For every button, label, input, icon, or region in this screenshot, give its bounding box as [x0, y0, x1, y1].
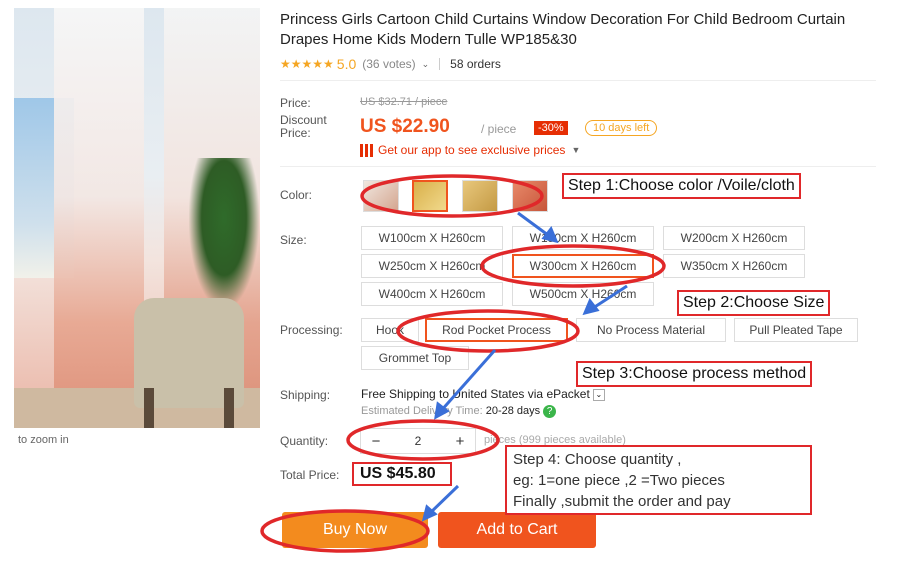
- step1-annotation: Step 1:Choose color /Voile/cloth: [562, 173, 801, 199]
- processing-option-selected[interactable]: Rod Pocket Process: [425, 318, 568, 342]
- step4-line: Step 4: Choose quantity ,: [513, 451, 682, 468]
- chair-leg: [224, 388, 234, 428]
- star-rating-icon: ★★★★★: [280, 57, 334, 71]
- processing-option[interactable]: Grommet Top: [361, 346, 469, 370]
- step3-annotation: Step 3:Choose process method: [576, 361, 813, 387]
- zoom-hint: to zoom in: [18, 434, 69, 446]
- step4-annotation: Step 4: Choose quantity , eg: 1=one piec…: [505, 445, 812, 515]
- product-image[interactable]: [14, 8, 260, 428]
- size-option[interactable]: W500cm X H260cm: [512, 282, 654, 306]
- eta-value: 20-28 days: [485, 405, 541, 417]
- quantity-label: Quantity:: [280, 434, 329, 448]
- product-title: Princess Girls Cartoon Child Curtains Wi…: [280, 11, 846, 48]
- app-promo-link[interactable]: Get our app to see exclusive prices ▼: [360, 143, 580, 157]
- processing-option[interactable]: No Process Material: [576, 318, 726, 342]
- chevron-down-icon[interactable]: ⌄: [592, 388, 605, 401]
- discount-badge: -30%: [534, 121, 568, 135]
- shipping-method[interactable]: Free Shipping to United States via ePack…: [361, 387, 605, 401]
- price-label: Price:: [280, 96, 311, 110]
- processing-label: Processing:: [280, 323, 343, 337]
- size-option[interactable]: W100cm X H260cm: [361, 226, 503, 250]
- eta-label: Estimated Delivery Time:: [361, 405, 483, 417]
- divider: [280, 166, 876, 167]
- color-swatch[interactable]: [363, 180, 399, 212]
- discount-price: US $22.90: [360, 116, 450, 137]
- processing-option[interactable]: Hook: [361, 318, 419, 342]
- help-icon[interactable]: ?: [543, 405, 557, 418]
- divider: [280, 80, 876, 81]
- divider: [439, 58, 441, 70]
- chevron-down-icon[interactable]: ⌄: [422, 59, 430, 70]
- quantity-increase-button[interactable]: +: [445, 433, 475, 450]
- price-unit: / piece: [481, 122, 517, 136]
- quantity-stepper: − 2 +: [360, 428, 476, 454]
- total-price-label: Total Price:: [280, 468, 340, 482]
- original-price: US $32.71 / piece: [360, 96, 448, 108]
- orders-count: 58 orders: [450, 57, 501, 71]
- shipping-text: Free Shipping to United States via ePack…: [361, 387, 590, 401]
- size-option[interactable]: W200cm X H260cm: [663, 226, 805, 250]
- votes-link[interactable]: (36 votes): [362, 57, 415, 71]
- color-label: Color:: [280, 188, 313, 202]
- color-swatch-selected[interactable]: [412, 180, 448, 212]
- color-swatch[interactable]: [462, 180, 498, 212]
- plant-image-detail: [189, 158, 259, 308]
- processing-option[interactable]: Pull Pleated Tape: [734, 318, 858, 342]
- curtain-image-detail: [54, 8, 144, 428]
- size-option[interactable]: W350cm X H260cm: [663, 254, 805, 278]
- add-to-cart-button[interactable]: Add to Cart: [438, 512, 596, 548]
- step4-line: eg: 1=one piece ,2 =Two pieces: [513, 472, 725, 489]
- delivery-estimate: Estimated Delivery Time: 20-28 days?: [361, 405, 557, 418]
- app-promo-text: Get our app to see exclusive prices: [378, 143, 566, 157]
- size-option[interactable]: W400cm X H260cm: [361, 282, 503, 306]
- rating-value: 5.0: [336, 56, 357, 72]
- size-option[interactable]: W150cm X H260cm: [512, 226, 654, 250]
- days-left-badge: 10 days left: [585, 120, 658, 136]
- shipping-label: Shipping:: [280, 388, 331, 402]
- product-details: Princess Girls Cartoon Child Curtains Wi…: [280, 10, 880, 72]
- buy-now-button[interactable]: Buy Now: [282, 512, 428, 548]
- chair-leg: [144, 388, 154, 428]
- total-price-highlight: [352, 462, 452, 486]
- step2-annotation: Step 2:Choose Size: [677, 290, 831, 316]
- qr-code-icon: [360, 143, 373, 157]
- color-swatch[interactable]: [512, 180, 548, 212]
- chevron-down-icon[interactable]: ▼: [571, 145, 580, 155]
- arrow-step4: [426, 484, 460, 517]
- size-label: Size:: [280, 233, 307, 247]
- rating-row: ★★★★★ 5.0 (36 votes) ⌄ 58 orders: [280, 56, 880, 72]
- quantity-input[interactable]: 2: [391, 434, 445, 448]
- size-option-selected[interactable]: W300cm X H260cm: [512, 254, 654, 278]
- discount-price-label: Discount Price:: [280, 113, 327, 140]
- quantity-decrease-button[interactable]: −: [361, 433, 391, 450]
- size-option[interactable]: W250cm X H260cm: [361, 254, 503, 278]
- step4-line: Finally ,submit the order and pay: [513, 493, 731, 510]
